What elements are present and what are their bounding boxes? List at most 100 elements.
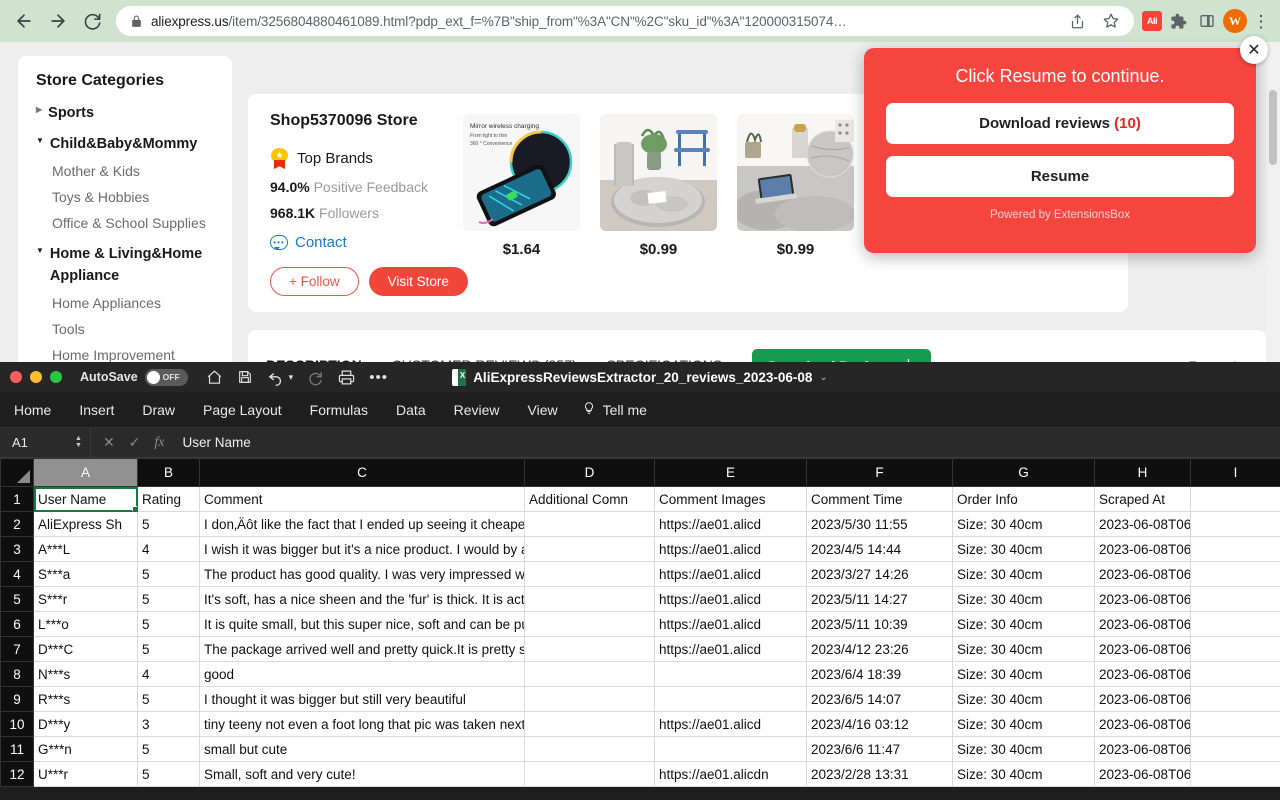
home-icon[interactable] [206,369,223,386]
cell-g5[interactable]: Size: 30 40cm [952,586,1095,612]
cell-e1[interactable]: Comment Images [654,486,807,512]
aliexpress-extension-icon[interactable]: Ali [1142,11,1162,31]
ribbon-tab-data[interactable]: Data [382,402,440,418]
cell-c11[interactable]: small but cute [199,736,525,762]
cell-c4[interactable]: The product has good quality. I was very… [199,561,525,587]
column-header-g[interactable]: G [952,458,1095,487]
share-icon[interactable] [1064,8,1090,34]
cell-d7[interactable] [524,636,655,662]
cell-g6[interactable]: Size: 30 40cm [952,611,1095,637]
column-header-d[interactable]: D [524,458,655,487]
cell-i12[interactable] [1190,761,1280,787]
row-header-12[interactable]: 12 [0,761,34,787]
cell-g12[interactable]: Size: 30 40cm [952,761,1095,787]
name-box-spinner[interactable]: ▲ ▼ [75,435,90,449]
cell-d11[interactable] [524,736,655,762]
column-header-h[interactable]: H [1094,458,1191,487]
cell-h2[interactable]: 2023-06-08T06:30:46.90 [1094,511,1191,537]
puzzle-icon[interactable] [1165,8,1191,34]
cell-e7[interactable]: https://ae01.alicd [654,636,807,662]
cell-a1[interactable]: User Name [33,486,138,512]
column-header-a[interactable]: A [33,458,138,487]
cell-c1[interactable]: Comment [199,486,525,512]
cell-b9[interactable]: 5 [137,686,200,712]
cell-f5[interactable]: 2023/5/11 14:27 [806,586,953,612]
product-card[interactable]: Mirror wireless charging From light to t… [463,114,580,258]
tell-me-box[interactable]: Tell me [572,401,647,418]
cell-a5[interactable]: S***r [33,586,138,612]
address-bar[interactable]: aliexpress.us/item/3256804880461089.html… [116,6,1134,36]
product-card[interactable]: $0.99 [737,114,854,258]
cell-b5[interactable]: 5 [137,586,200,612]
cell-i2[interactable] [1190,511,1280,537]
cell-i4[interactable] [1190,561,1280,587]
cell-d1[interactable]: Additional Comn [524,486,655,512]
cell-h3[interactable]: 2023-06-08T06:30:46.90 [1094,536,1191,562]
cell-f7[interactable]: 2023/4/12 23:26 [806,636,953,662]
popup-resume-button[interactable]: Resume [886,156,1234,197]
cell-b4[interactable]: 5 [137,561,200,587]
cell-e2[interactable]: https://ae01.alicd [654,511,807,537]
cell-d8[interactable] [524,661,655,687]
cell-a11[interactable]: G***n [33,736,138,762]
cell-g4[interactable]: Size: 30 40cm [952,561,1095,587]
cell-e4[interactable]: https://ae01.alicd [654,561,807,587]
cell-d10[interactable] [524,711,655,737]
ribbon-tab-draw[interactable]: Draw [128,402,189,418]
cell-b10[interactable]: 3 [137,711,200,737]
cell-h4[interactable]: 2023-06-08T06:30:46.90 [1094,561,1191,587]
cell-i11[interactable] [1190,736,1280,762]
cell-e12[interactable]: https://ae01.alicdn [654,761,807,787]
download-reviews-button[interactable]: Download Reviews [752,349,932,362]
column-header-i[interactable]: I [1190,458,1280,487]
cell-c8[interactable]: good [199,661,525,687]
cell-g11[interactable]: Size: 30 40cm [952,736,1095,762]
cell-e5[interactable]: https://ae01.alicd [654,586,807,612]
row-header-6[interactable]: 6 [0,611,34,637]
sidebar-subitem-mother-kids[interactable]: Mother & Kids [52,161,214,182]
formula-input[interactable]: User Name [177,435,1280,450]
back-arrow-icon[interactable] [8,5,40,37]
cell-b7[interactable]: 5 [137,636,200,662]
cell-f10[interactable]: 2023/4/16 03:12 [806,711,953,737]
undo-dropdown-icon[interactable]: ▾ [289,372,294,383]
cell-f8[interactable]: 2023/6/4 18:39 [806,661,953,687]
cell-h10[interactable]: 2023-06-08T06:30:46.90 [1094,711,1191,737]
ribbon-tab-page-layout[interactable]: Page Layout [189,402,296,418]
select-all-corner[interactable] [0,458,34,487]
cell-e10[interactable]: https://ae01.alicd [654,711,807,737]
cell-e8[interactable] [654,661,807,687]
cell-i9[interactable] [1190,686,1280,712]
cell-d12[interactable] [524,761,655,787]
sidebar-item-child-baby-mommy[interactable]: ▼ Child&Baby&Mommy [36,133,214,155]
row-header-11[interactable]: 11 [0,736,34,762]
cell-b2[interactable]: 5 [137,511,200,537]
cell-a10[interactable]: D***y [33,711,138,737]
row-header-1[interactable]: 1 [0,486,34,512]
cell-g8[interactable]: Size: 30 40cm [952,661,1095,687]
cell-a9[interactable]: R***s [33,686,138,712]
ribbon-tab-view[interactable]: View [514,402,572,418]
cell-h1[interactable]: Scraped At [1094,486,1191,512]
ribbon-tab-insert[interactable]: Insert [65,402,128,418]
cell-f2[interactable]: 2023/5/30 11:55 [806,511,953,537]
sidebar-item-home-living[interactable]: ▼ Home & Living&Home Appliance [36,243,214,288]
cell-d6[interactable] [524,611,655,637]
undo-icon[interactable] [267,369,284,386]
more-icon[interactable]: ••• [369,369,388,386]
cell-c3[interactable]: I wish it was bigger but it's a nice pro… [199,536,525,562]
column-header-c[interactable]: C [199,458,525,487]
redo-icon[interactable] [307,369,324,386]
cell-d3[interactable] [524,536,655,562]
autosave-control[interactable]: AutoSave OFF [80,368,188,386]
cell-a7[interactable]: D***C [33,636,138,662]
star-icon[interactable] [1098,8,1124,34]
cell-b1[interactable]: Rating [137,486,200,512]
cell-g9[interactable]: Size: 30 40cm [952,686,1095,712]
sidebar-subitem-toys-hobbies[interactable]: Toys & Hobbies [52,187,214,208]
tab-description[interactable]: DESCRIPTION [266,339,362,362]
minimize-window-button[interactable] [30,371,42,383]
cell-i6[interactable] [1190,611,1280,637]
cell-h12[interactable]: 2023-06-08T06:30:55.48 [1094,761,1191,787]
follow-button[interactable]: + Follow [270,267,359,296]
